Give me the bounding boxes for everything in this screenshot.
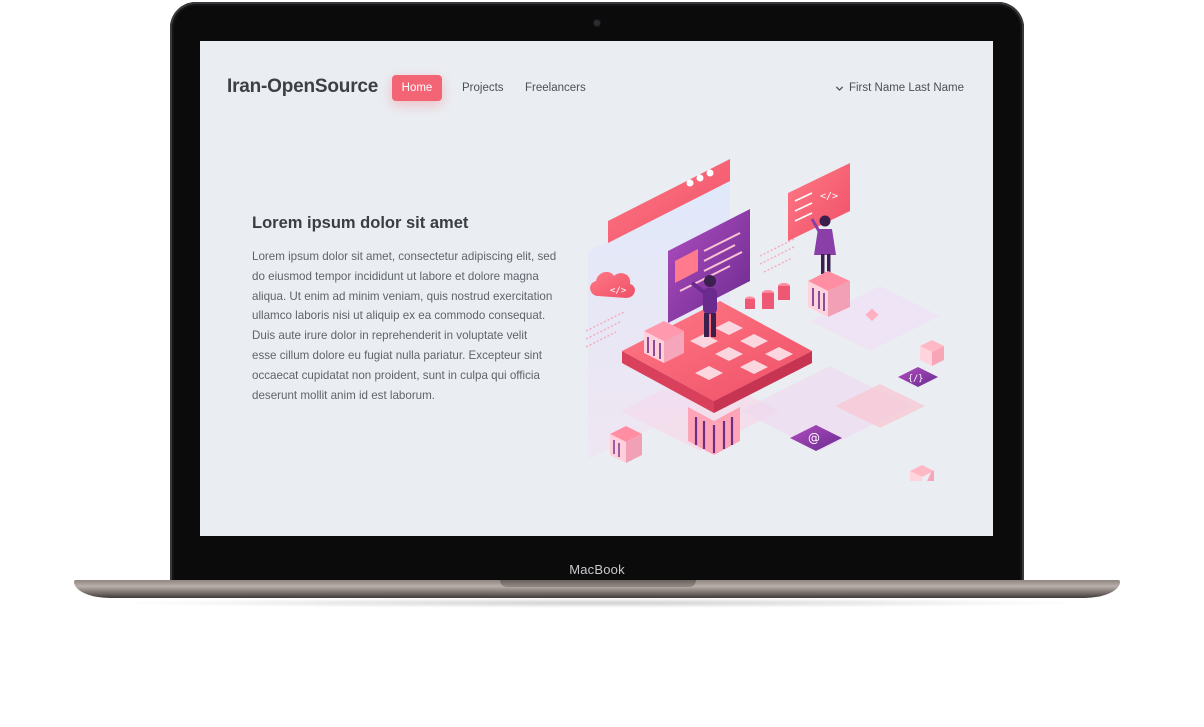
brand-label: MacBook [569,561,625,577]
hero-paragraph: Lorem ipsum dolor sit amet, consectetur … [252,247,564,405]
hero-line: Lorem ipsum dolor sit amet, consectetur … [252,250,557,263]
svg-text:{/}: {/} [908,374,923,384]
user-name: First Name Last Name [848,82,964,94]
chevron-down-icon [835,85,844,91]
laptop-chin: MacBook [176,556,1018,582]
svg-text:</>: </> [820,191,838,202]
screen: Iran-OpenSource Home Projects Freelancer… [200,41,993,536]
hero-line: do eiusmod tempor incididunt ut labore e… [252,269,539,283]
nav-projects-link[interactable]: Projects [462,75,504,101]
hero-line: aliqua. Ut enim ad minim veniam, quis no… [252,289,553,303]
hero-line: esse cillum dolore eu fugiat nulla paria… [252,348,543,362]
nav-freelancers-link[interactable]: Freelancers [525,75,586,101]
nav-home-button[interactable]: Home [392,75,442,101]
hero-line: ullamco laboris nisi ut aliquip ex ea co… [252,309,546,323]
hero-line: Duis aute irure dolor in reprehenderit i… [252,329,528,343]
camera-icon [594,20,600,26]
hero-line: deserunt mollit anim id est laborum. [252,388,436,402]
svg-text:@: @ [808,431,820,445]
user-menu[interactable]: First Name Last Name [835,75,964,101]
laptop-shadow [110,598,1090,608]
svg-text:</>: </> [610,286,627,296]
top-navbar: Iran-OpenSource Home Projects Freelancer… [200,41,993,133]
hero-title: Lorem ipsum dolor sit amet [252,214,469,232]
hero-illustration: </> </> @ {/} [585,159,944,481]
hero-line: occaecat cupidatat non proident, sunt in… [252,368,540,382]
site-logo[interactable]: Iran-OpenSource [227,76,378,98]
